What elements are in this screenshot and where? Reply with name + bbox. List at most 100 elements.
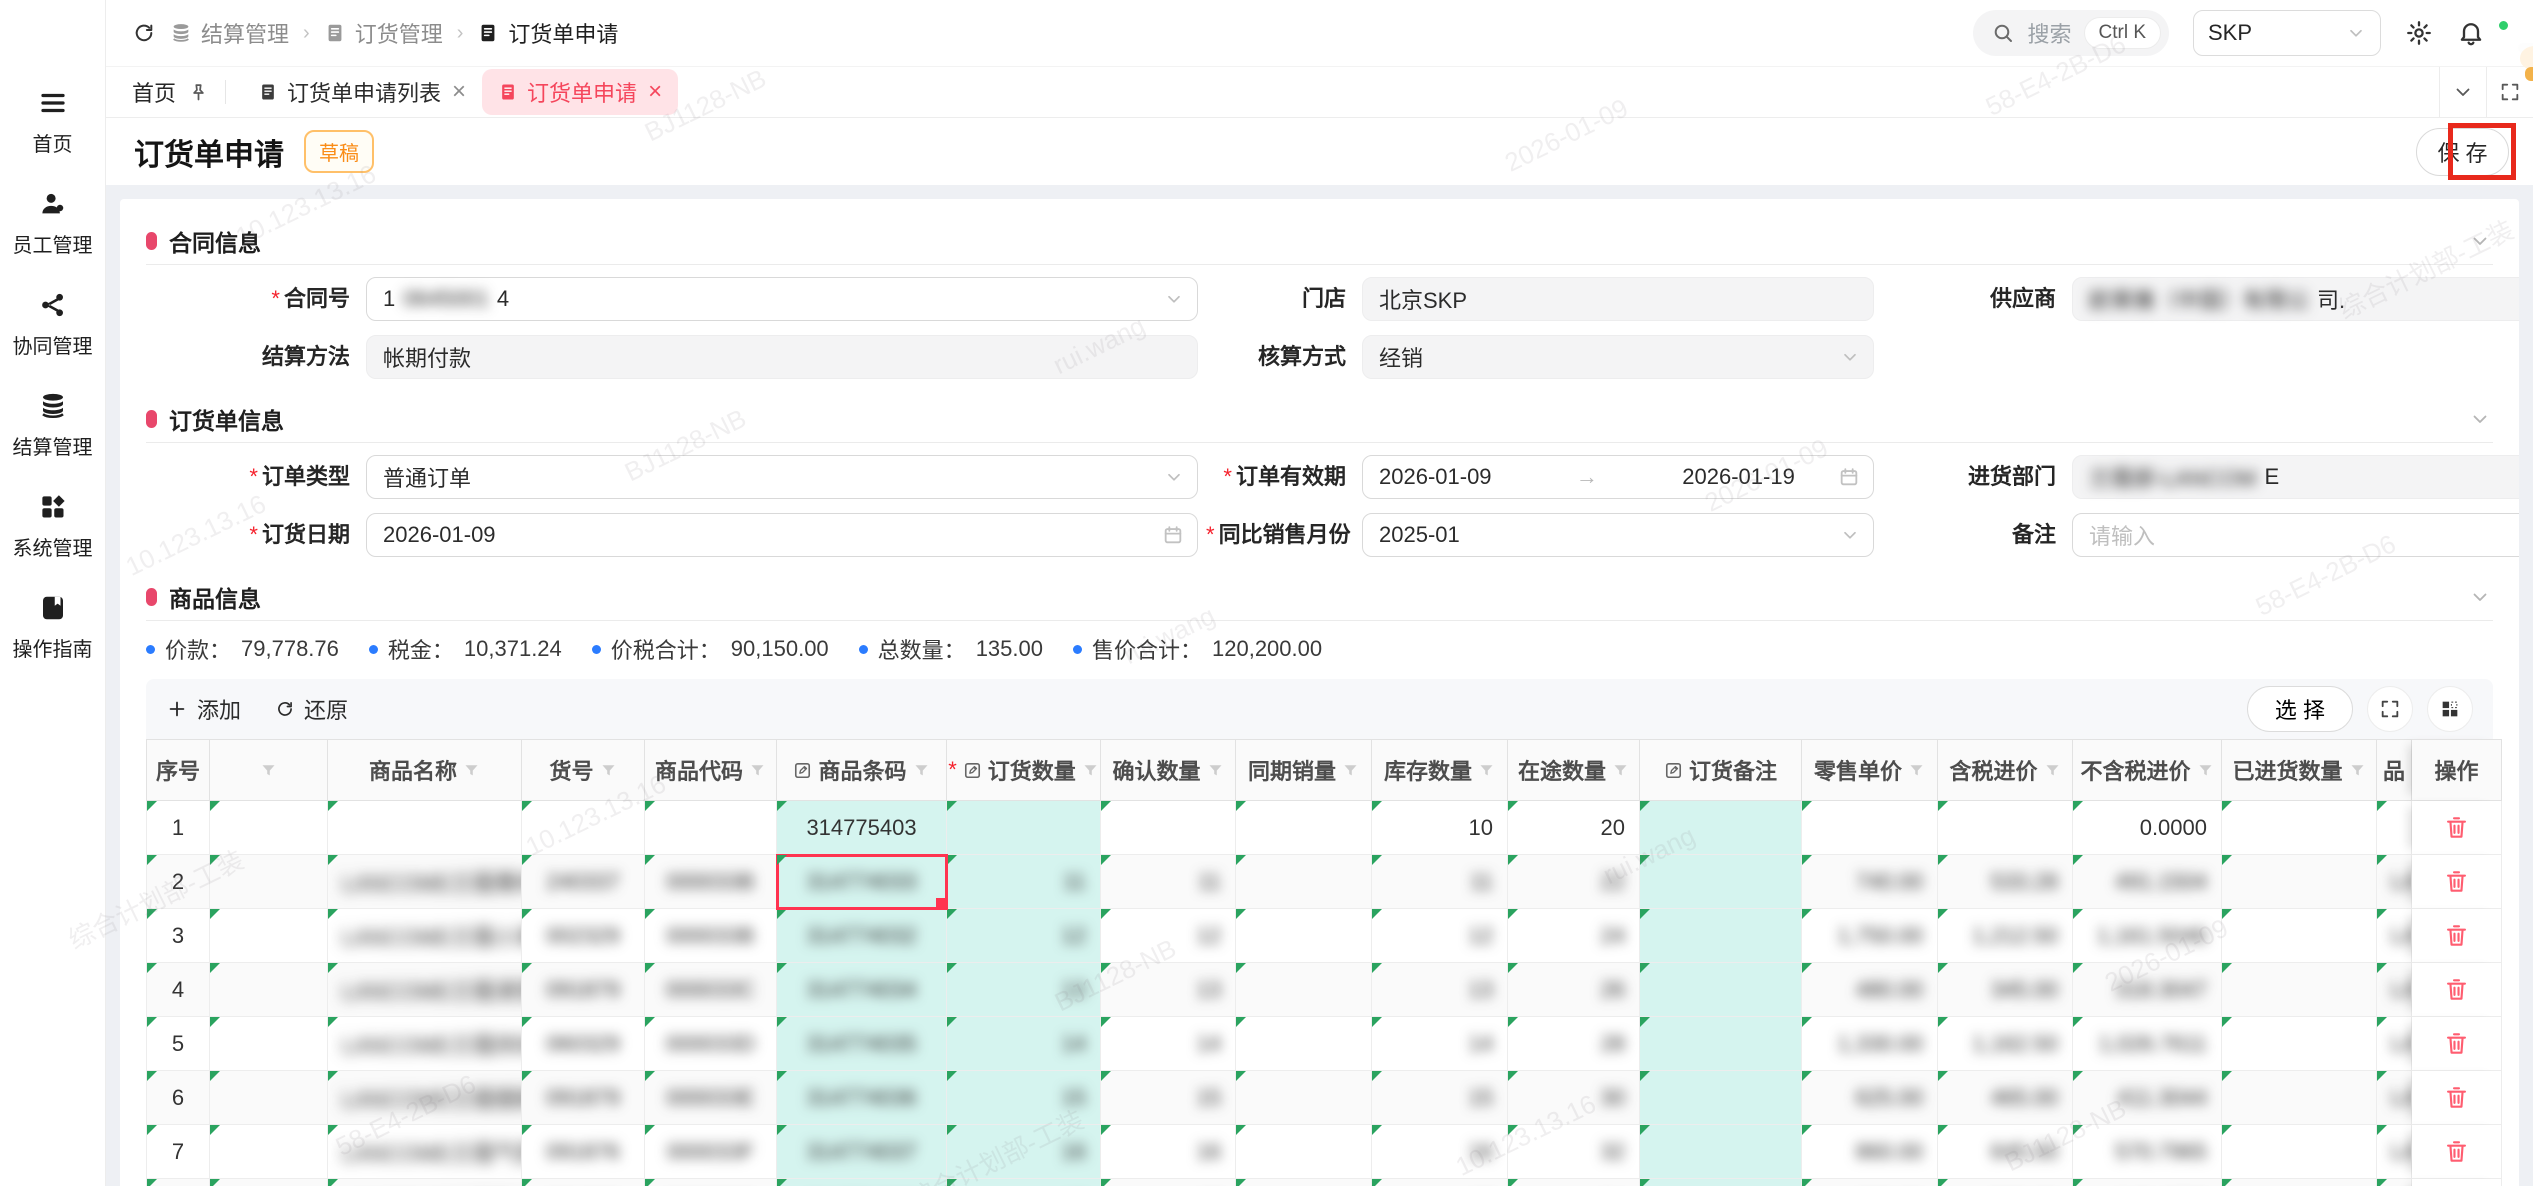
search-input[interactable]: 搜索 Ctrl K [1973, 10, 2169, 56]
delete-row-button[interactable] [2443, 1084, 2470, 1111]
filter-icon[interactable] [1612, 762, 1629, 779]
cell-操作[interactable] [2412, 909, 2502, 963]
cell-订货备注[interactable] [1640, 1179, 1802, 1186]
field-订货日期-datepicker[interactable]: 2026-01-09 [366, 513, 1198, 557]
summary-item: 售价合计：120,200.00 [1073, 633, 1322, 665]
cell-订货备注[interactable] [1640, 1125, 1802, 1179]
tab-home[interactable]: 首页 [132, 76, 209, 108]
cell-操作[interactable] [2412, 1071, 2502, 1125]
reset-button[interactable]: 还原 [275, 693, 348, 725]
cell-订货数量[interactable]: 12 [947, 909, 1101, 963]
cell-订货数量[interactable]: 13 [947, 963, 1101, 1017]
breadcrumb-item[interactable]: 结算管理 [170, 17, 289, 49]
cell-订货备注[interactable] [1640, 909, 1802, 963]
sidebar-item-label: 操作指南 [13, 633, 93, 662]
tab-订货单申请列表[interactable]: 订货单申请列表× [242, 69, 482, 115]
filter-icon[interactable] [2197, 762, 2214, 779]
sidebar-item-员工管理[interactable]: 员工管理 [13, 189, 93, 258]
filter-icon[interactable] [260, 762, 277, 779]
filter-icon[interactable] [600, 762, 617, 779]
bullet-dot [592, 645, 601, 654]
cell-订货数量[interactable]: 15 [947, 1071, 1101, 1125]
delete-row-button[interactable] [2443, 1138, 2470, 1165]
cell-商品条码[interactable]: 314774033 [777, 855, 947, 909]
sidebar-item-结算管理[interactable]: 结算管理 [13, 391, 93, 460]
cell-订货数量[interactable]: 11 [947, 855, 1101, 909]
cell-零售单价: 990.00 [1802, 1179, 1938, 1186]
sidebar-item-系统管理[interactable]: 系统管理 [13, 492, 93, 561]
fullscreen-button[interactable] [2367, 686, 2413, 732]
cell-商品条码[interactable]: 314774034 [777, 963, 947, 1017]
cell-操作[interactable] [2412, 855, 2502, 909]
filter-icon[interactable] [2044, 762, 2061, 779]
cell-订货数量[interactable] [947, 801, 1101, 855]
cell-操作[interactable] [2412, 963, 2502, 1017]
cell-订货数量[interactable]: 16 [947, 1125, 1101, 1179]
pin-icon[interactable] [188, 82, 209, 103]
cell-订货备注[interactable] [1640, 1017, 1802, 1071]
filter-icon[interactable] [1908, 762, 1925, 779]
field-同比销售月份-select[interactable]: 2025-01 [1362, 513, 1874, 557]
filter-icon[interactable] [463, 762, 480, 779]
bullet-dot [369, 645, 378, 654]
sidebar-item-操作指南[interactable]: 操作指南 [13, 593, 93, 662]
org-select[interactable]: SKP [2193, 10, 2381, 56]
cell-商品条码[interactable]: 314774036 [777, 1071, 947, 1125]
cell-操作[interactable] [2412, 1017, 2502, 1071]
delete-row-button[interactable] [2443, 814, 2470, 841]
cell-序号: 6 [146, 1071, 210, 1125]
close-icon[interactable]: × [648, 78, 662, 106]
cell-订货备注[interactable] [1640, 855, 1802, 909]
collapse-chevron-icon[interactable] [2469, 408, 2491, 430]
filter-icon[interactable] [749, 762, 766, 779]
cell-商品条码[interactable]: 314774035 [777, 1017, 947, 1071]
notification-bell-icon[interactable] [2457, 19, 2485, 47]
breadcrumb-item[interactable]: 订货单申请 [477, 17, 618, 49]
filter-icon[interactable] [1082, 762, 1099, 779]
breadcrumb-item[interactable]: 订货管理 [324, 17, 443, 49]
filter-icon[interactable] [1207, 762, 1224, 779]
cell-操作[interactable] [2412, 1179, 2502, 1186]
filter-icon[interactable] [1342, 762, 1359, 779]
cell-订货数量[interactable]: 17 [947, 1179, 1101, 1186]
field-订单类型-select[interactable]: 普通订单 [366, 455, 1198, 499]
sidebar-item-首页[interactable]: 首页 [33, 88, 73, 157]
tab-订货单申请[interactable]: 订货单申请× [482, 69, 678, 115]
cell-商品名称: LANCOME兰蔻极光水乳套装 [328, 1179, 522, 1186]
delete-row-button[interactable] [2443, 1030, 2470, 1057]
add-row-button[interactable]: 添加 [166, 693, 241, 725]
collapse-chevron-icon[interactable] [2469, 230, 2491, 252]
tabs-dropdown-button[interactable] [2439, 67, 2486, 117]
cell-操作[interactable] [2412, 801, 2502, 855]
online-status-dot [2496, 18, 2511, 33]
settings-gear-icon[interactable] [2405, 19, 2433, 47]
close-icon[interactable]: × [452, 78, 466, 106]
database-icon [170, 22, 192, 44]
cell-商品条码[interactable]: 314774037 [777, 1125, 947, 1179]
cell-商品条码[interactable]: 314774032 [777, 909, 947, 963]
filter-icon[interactable] [1478, 762, 1495, 779]
save-button[interactable]: 保 存 [2416, 128, 2509, 176]
field-订单有效期-daterange[interactable]: 2026-01-09→2026-01-19 [1362, 455, 1874, 499]
cell-商品条码[interactable]: 314775403 [777, 801, 947, 855]
cell-订货备注[interactable] [1640, 963, 1802, 1017]
delete-row-button[interactable] [2443, 868, 2470, 895]
cell-商品条码[interactable]: 314774038 [777, 1179, 947, 1186]
collapse-chevron-icon[interactable] [2469, 586, 2491, 608]
section-title: 合同信息 [169, 224, 261, 258]
column-settings-button[interactable] [2427, 686, 2473, 732]
field-合同号-select[interactable]: 106450014 [366, 277, 1198, 321]
sidebar-item-协同管理[interactable]: 协同管理 [13, 290, 93, 359]
field-备注-input[interactable]: 请输入 [2072, 513, 2519, 557]
select-products-button[interactable]: 选 择 [2247, 686, 2353, 732]
cell-订货备注[interactable] [1640, 801, 1802, 855]
filter-icon[interactable] [913, 762, 930, 779]
refresh-icon[interactable] [132, 21, 156, 45]
cell-订货数量[interactable]: 14 [947, 1017, 1101, 1071]
cell-订货备注[interactable] [1640, 1071, 1802, 1125]
database-icon [38, 391, 68, 421]
delete-row-button[interactable] [2443, 922, 2470, 949]
cell-操作[interactable] [2412, 1125, 2502, 1179]
delete-row-button[interactable] [2443, 976, 2470, 1003]
filter-icon[interactable] [2349, 762, 2366, 779]
